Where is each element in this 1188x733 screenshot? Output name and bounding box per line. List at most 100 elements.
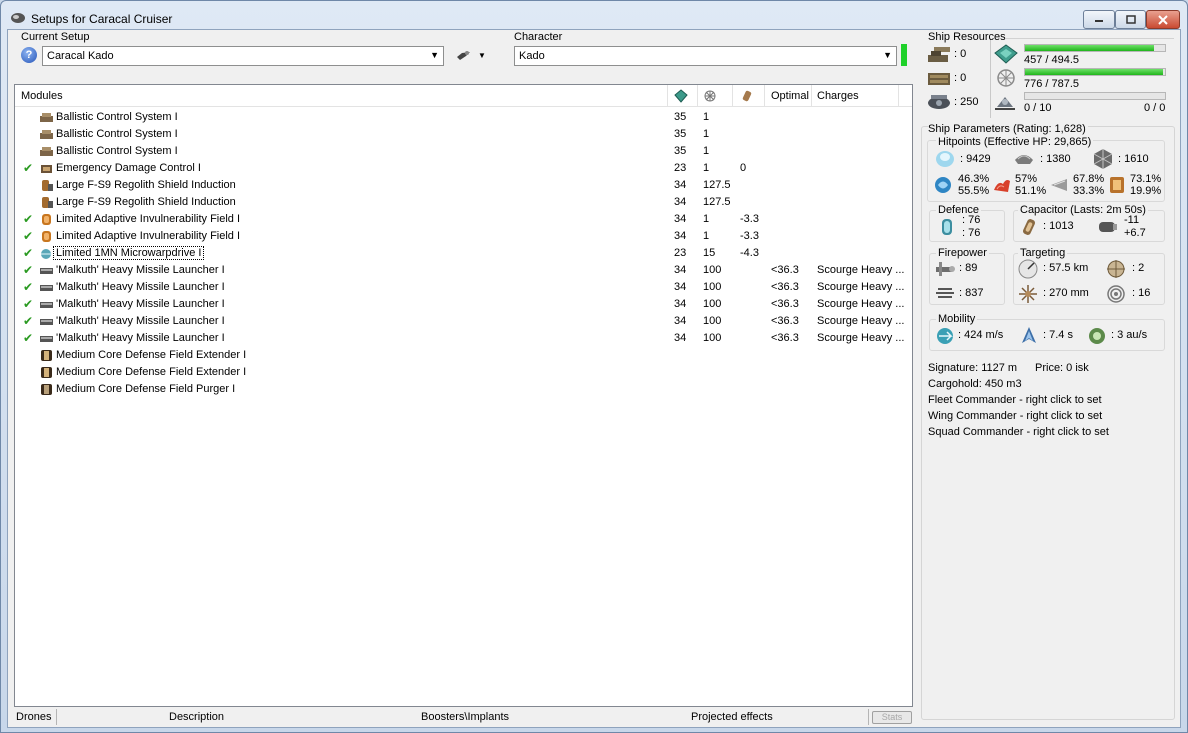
tab-separator (56, 709, 57, 725)
help-icon[interactable]: ? (21, 47, 37, 63)
module-optimal: <36.3 (771, 264, 799, 276)
check-icon[interactable]: ✔ (23, 314, 33, 328)
minimize-button[interactable] (1083, 10, 1115, 29)
tab-projected-effects[interactable]: Projected effects (691, 711, 773, 723)
module-row[interactable]: ✔ 'Malkuth' Heavy Missile Launcher I 34 100… (15, 313, 912, 330)
module-row[interactable]: Medium Core Defense Field Purger I (15, 381, 912, 398)
mobility-title: Mobility (936, 313, 978, 325)
header-charges[interactable]: Charges (817, 90, 859, 102)
module-cpu: 34 (674, 230, 687, 242)
missile-launcher-icon (39, 281, 54, 294)
module-capacitor: -4.3 (740, 247, 759, 259)
max-targets-icon (1107, 260, 1125, 278)
missile-launcher-icon (39, 332, 54, 345)
module-name: Ballistic Control System I (56, 111, 178, 123)
module-charges[interactable]: Scourge Heavy ... (817, 332, 904, 344)
ship-menu-icon[interactable] (456, 48, 472, 62)
check-icon[interactable]: ✔ (23, 212, 33, 226)
ship-menu-caret-icon[interactable]: ▼ (478, 51, 486, 60)
squad-commander-slot[interactable]: Squad Commander - right click to set (928, 426, 1109, 438)
module-name: 'Malkuth' Heavy Missile Launcher I (56, 332, 225, 344)
wing-commander-slot[interactable]: Wing Commander - right click to set (928, 410, 1102, 422)
drone-bay-value: : 250 (954, 96, 979, 108)
resources-divider (1006, 38, 1174, 39)
check-icon[interactable]: ✔ (23, 229, 33, 243)
header-modules[interactable]: Modules (21, 90, 63, 102)
fleet-commander-slot[interactable]: Fleet Commander - right click to set (928, 394, 1102, 406)
check-icon[interactable]: ✔ (23, 246, 33, 260)
scan-resolution-icon (1019, 285, 1037, 303)
max-velocity-value: : 424 m/s (958, 329, 1004, 341)
module-name: 'Malkuth' Heavy Missile Launcher I (56, 264, 225, 276)
module-row[interactable]: ✔ 'Malkuth' Heavy Missile Launcher I 34 100… (15, 262, 912, 279)
drone-bandwidth-icon (995, 97, 1015, 110)
header-optimal[interactable]: Optimal (771, 90, 809, 102)
close-button[interactable] (1146, 10, 1180, 29)
tab-boosters-implants[interactable]: Boosters\Implants (421, 711, 509, 723)
module-charges[interactable]: Scourge Heavy ... (817, 315, 904, 327)
chevron-down-icon: ▼ (883, 50, 892, 60)
capacitor-amount-value: : 1013 (1043, 220, 1074, 232)
setup-select[interactable]: Caracal Kado ▼ (42, 46, 444, 66)
module-row[interactable]: Ballistic Control System I 35 1 (15, 109, 912, 126)
powergrid-icon[interactable] (703, 89, 717, 103)
module-charges[interactable]: Scourge Heavy ... (817, 264, 904, 276)
thermal-resist-top: 57% (1015, 173, 1038, 185)
module-row[interactable]: Ballistic Control System I 35 1 (15, 143, 912, 160)
em-resist-icon (935, 177, 951, 193)
module-row[interactable]: Medium Core Defense Field Extender I (15, 364, 912, 381)
check-icon[interactable]: ✔ (23, 263, 33, 277)
signature-value: Signature: 1127 m (928, 362, 1018, 374)
shield-induction-icon (39, 179, 54, 192)
module-name: Limited Adaptive Invulnerability Field I (56, 213, 241, 225)
module-charges[interactable]: Scourge Heavy ... (817, 281, 904, 293)
module-row[interactable]: ✔ Emergency Damage Control I 23 1 0 (15, 160, 912, 177)
module-row[interactable]: Large F-S9 Regolith Shield Induction 34 12… (15, 194, 912, 211)
module-optimal: <36.3 (771, 298, 799, 310)
character-select[interactable]: Kado ▼ (514, 46, 897, 66)
turret-hardpoint-icon (928, 47, 950, 62)
module-row[interactable]: Medium Core Defense Field Extender I (15, 347, 912, 364)
tab-description[interactable]: Description (169, 711, 224, 723)
module-row[interactable]: ✔ Limited 1MN Microwarpdrive I 23 15 -4.3 (15, 245, 912, 262)
check-icon[interactable]: ✔ (23, 297, 33, 311)
resources-separator (990, 40, 991, 118)
module-charges[interactable]: Scourge Heavy ... (817, 298, 904, 310)
capacitor-recharge-icon (1099, 222, 1117, 232)
module-cpu: 34 (674, 179, 687, 191)
module-row[interactable]: Ballistic Control System I 35 1 (15, 126, 912, 143)
module-powergrid: 1 (703, 230, 710, 242)
targeting-range-value: : 57.5 km (1043, 262, 1089, 274)
title-bar[interactable]: Setups for Caracal Cruiser (1, 1, 1187, 31)
stats-button[interactable]: Stats (872, 711, 912, 724)
modules-list[interactable]: Modules Optimal Charges Ballistic Contro… (14, 84, 913, 707)
check-icon[interactable]: ✔ (23, 331, 33, 345)
em-resist-bottom: 55.5% (958, 185, 990, 197)
module-row[interactable]: ✔ Limited Adaptive Invulnerability Field … (15, 211, 912, 228)
check-icon[interactable]: ✔ (23, 280, 33, 294)
capacitor-amount-icon (1022, 219, 1036, 235)
character-label: Character (514, 31, 563, 43)
cpu-icon[interactable] (674, 89, 688, 103)
maximize-button[interactable] (1115, 10, 1146, 29)
module-capacitor: -3.3 (740, 230, 759, 242)
capacitor-icon[interactable] (740, 89, 754, 103)
module-powergrid: 100 (703, 264, 722, 276)
check-icon[interactable]: ✔ (23, 161, 33, 175)
field-extender-icon (39, 349, 54, 362)
defence-top-value: : 76 (962, 214, 981, 226)
tab-separator (868, 709, 869, 725)
field-extender-icon (39, 366, 54, 379)
module-optimal: <36.3 (771, 281, 799, 293)
tab-drones[interactable]: Drones (16, 711, 51, 723)
module-row[interactable]: ✔ 'Malkuth' Heavy Missile Launcher I 34 100… (15, 330, 912, 347)
armor-hp-value: : 1380 (1040, 153, 1071, 165)
module-powergrid: 127.5 (703, 196, 731, 208)
powergrid-icon (997, 69, 1015, 87)
module-row[interactable]: ✔ Limited Adaptive Invulnerability Field … (15, 228, 912, 245)
module-row[interactable]: ✔ 'Malkuth' Heavy Missile Launcher I 34 100… (15, 296, 912, 313)
module-row[interactable]: ✔ 'Malkuth' Heavy Missile Launcher I 34 100… (15, 279, 912, 296)
shield-hp-value: : 9429 (960, 153, 991, 165)
module-row[interactable]: Large F-S9 Regolith Shield Induction 34 12… (15, 177, 912, 194)
module-name: Medium Core Defense Field Extender I (56, 349, 247, 361)
